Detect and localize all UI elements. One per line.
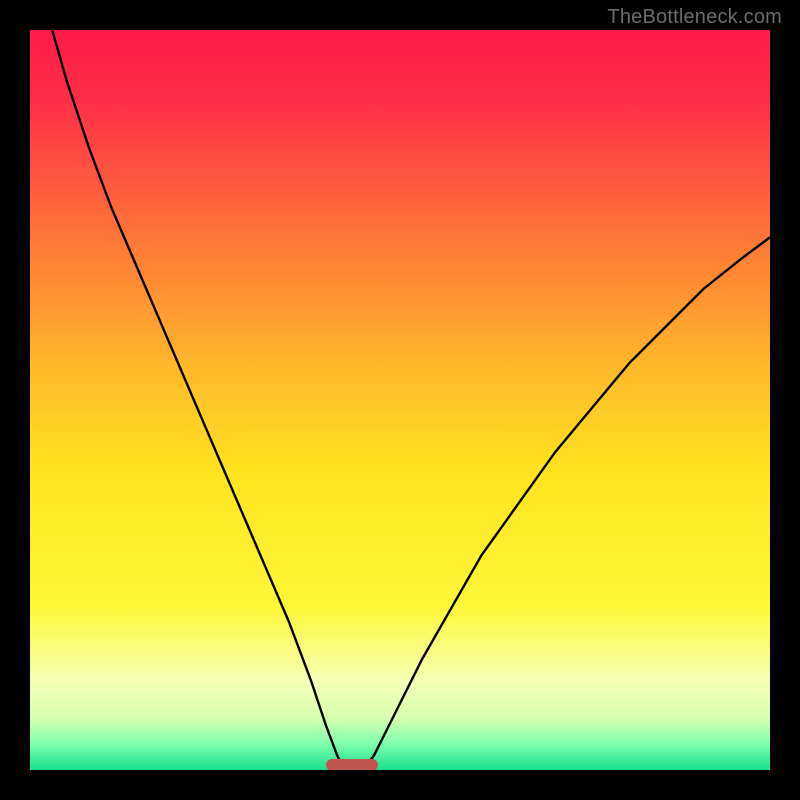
curves-layer	[30, 30, 770, 770]
right-curve	[363, 237, 770, 770]
chart-frame: TheBottleneck.com	[0, 0, 800, 800]
plot-area	[30, 30, 770, 770]
watermark-text: TheBottleneck.com	[607, 6, 782, 29]
left-curve	[52, 30, 344, 770]
bottleneck-marker	[326, 759, 378, 770]
